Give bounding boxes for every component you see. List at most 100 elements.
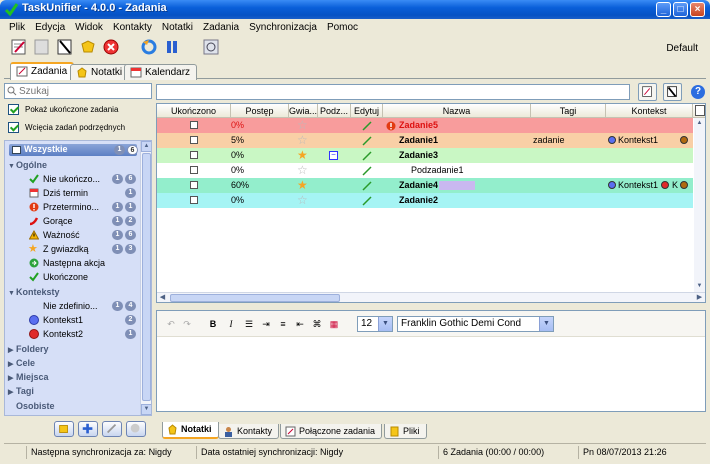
tree-item-hot[interactable]: Gorące 1 2: [5, 214, 141, 228]
help-icon[interactable]: ?: [691, 85, 705, 99]
tree-group-folders[interactable]: ▶ Foldery: [8, 342, 144, 356]
tab-calendar[interactable]: Kalendarz: [124, 64, 198, 80]
column-subtasks[interactable]: Podz...: [318, 104, 351, 118]
indent-subtasks-checkbox[interactable]: [8, 122, 19, 133]
maximize-button[interactable]: □: [673, 2, 688, 17]
minimize-button[interactable]: _: [656, 2, 671, 17]
subtab-linked-tasks[interactable]: Połączone zadania: [280, 424, 383, 439]
subtab-contacts[interactable]: Kontakty: [218, 424, 280, 439]
tree-item-due-today[interactable]: Dziś termin 1: [5, 186, 141, 200]
table-row[interactable]: 5% ☆ Zadanie1 zadanie Kontekst1: [157, 133, 693, 148]
column-star[interactable]: Gwia...: [289, 104, 318, 118]
batch-edit-icon[interactable]: [79, 38, 97, 56]
column-chooser-icon[interactable]: [695, 105, 705, 116]
splitter-handle[interactable]: [156, 305, 706, 309]
tab-notes[interactable]: Notatki: [70, 64, 130, 80]
tree-item-overdue[interactable]: Przetermino... 1 1: [5, 200, 141, 214]
indent-subtasks-row[interactable]: Wcięcia zadań podrzędnych: [4, 119, 152, 136]
column-progress[interactable]: Postęp: [231, 104, 289, 118]
scroll-thumb[interactable]: [142, 153, 151, 401]
completed-checkbox[interactable]: [190, 181, 198, 189]
font-family-select[interactable]: Franklin Gothic Demi Cond ▼: [397, 316, 554, 332]
menu-contacts[interactable]: Kontakty: [108, 22, 157, 33]
edit-pencil-icon[interactable]: [362, 181, 372, 191]
menu-notes[interactable]: Notatki: [157, 22, 198, 33]
completed-checkbox[interactable]: [190, 166, 198, 174]
table-row[interactable]: 60% ★ Zadanie4 Kontekst1 K: [157, 178, 693, 193]
menu-help[interactable]: Pomoc: [322, 22, 363, 33]
tree-group-goals[interactable]: ▶ Cele: [8, 356, 144, 370]
tree-group-tags[interactable]: ▶ Tagi: [8, 384, 144, 398]
tree-group-general[interactable]: ▼Ogólne: [8, 158, 144, 172]
table-vertical-scrollbar[interactable]: ▲ ▼: [694, 118, 705, 292]
scroll-thumb[interactable]: [170, 294, 340, 302]
star-empty-icon[interactable]: ☆: [297, 118, 308, 132]
star-filled-icon[interactable]: ★: [297, 148, 308, 162]
menu-sync[interactable]: Synchronizacja: [244, 22, 322, 33]
edit-pencil-icon[interactable]: [362, 136, 372, 146]
menu-tasks[interactable]: Zadania: [198, 22, 244, 33]
tab-tasks[interactable]: Zadania: [10, 62, 75, 80]
show-completed-row[interactable]: Pokaż ukończone zadania: [4, 101, 152, 118]
tree-group-places[interactable]: ▶ Miejsca: [8, 370, 144, 384]
tree-scrollbar[interactable]: ▲ ▼: [140, 141, 151, 415]
table-row[interactable]: 0% ★ − Zadanie3: [157, 148, 693, 163]
menu-view[interactable]: Widok: [70, 22, 108, 33]
link-icon[interactable]: ⌘: [311, 318, 323, 330]
column-tags[interactable]: Tagi: [531, 104, 606, 118]
bold-icon[interactable]: B: [207, 318, 219, 330]
completed-checkbox[interactable]: [190, 196, 198, 204]
star-empty-icon[interactable]: ☆: [297, 163, 308, 177]
edit-pencil-icon[interactable]: [362, 151, 372, 161]
search-input[interactable]: [5, 84, 125, 98]
close-button[interactable]: ×: [690, 2, 705, 17]
filter-input[interactable]: [156, 84, 630, 100]
undo-icon[interactable]: ↶: [165, 318, 177, 330]
add-button[interactable]: [78, 421, 98, 437]
tree-item-completed[interactable]: Ukończone: [5, 270, 141, 284]
collapse-subtasks-icon[interactable]: −: [329, 151, 338, 160]
bullet-list-icon[interactable]: ☰: [243, 318, 255, 330]
column-completed[interactable]: Ukończono: [157, 104, 231, 118]
redo-icon[interactable]: ↷: [181, 318, 193, 330]
edit-pencil-icon[interactable]: [362, 121, 372, 131]
delete-icon[interactable]: [102, 38, 120, 56]
font-size-select[interactable]: 12 ▼: [357, 316, 393, 332]
menu-edit[interactable]: Edycja: [30, 22, 70, 33]
numbered-list-icon[interactable]: ≡: [277, 318, 289, 330]
tree-item-importance[interactable]: Ważność 1 6: [5, 228, 141, 242]
synchronize-icon[interactable]: [140, 38, 158, 56]
scroll-down-icon[interactable]: ▼: [141, 404, 151, 415]
star-filled-icon[interactable]: ★: [297, 178, 308, 192]
folder-button[interactable]: [54, 421, 74, 437]
tree-item-undefined-context[interactable]: Nie zdefinio... 1 4: [5, 299, 141, 313]
table-row[interactable]: 0% ☆ Zadanie2: [157, 193, 693, 208]
insert-date-icon[interactable]: ▦: [328, 318, 340, 330]
column-context[interactable]: Kontekst: [606, 104, 693, 118]
tree-item-context1[interactable]: Kontekst1 2: [5, 313, 141, 327]
scroll-up-icon[interactable]: ▲: [141, 141, 151, 152]
edit-button[interactable]: [102, 421, 122, 437]
remove-button[interactable]: [126, 421, 146, 437]
star-empty-icon[interactable]: ☆: [297, 193, 308, 207]
tree-group-people[interactable]: Osobiste: [16, 399, 151, 413]
outdent-icon[interactable]: ⇤: [294, 318, 306, 330]
tree-group-contexts[interactable]: ▼Konteksty: [8, 285, 144, 299]
scroll-up-icon[interactable]: ▲: [694, 118, 705, 129]
table-row[interactable]: 0% ☆ Podzadanie1: [157, 163, 693, 178]
scroll-left-icon[interactable]: ◀: [157, 293, 168, 302]
edit-task-icon[interactable]: [56, 38, 74, 56]
subtab-files[interactable]: Pliki: [384, 424, 427, 439]
tree-item-next-action[interactable]: Następna akcja: [5, 256, 141, 270]
edit-view-button[interactable]: [663, 83, 682, 101]
star-empty-icon[interactable]: ☆: [297, 133, 308, 147]
menu-file[interactable]: Plik: [4, 22, 30, 33]
italic-icon[interactable]: I: [225, 318, 237, 330]
column-name[interactable]: Nazwa: [383, 104, 531, 118]
new-subtask-icon[interactable]: [33, 38, 51, 56]
tree-item-context2[interactable]: Kontekst2 1: [5, 327, 141, 341]
scheduler-icon[interactable]: [202, 38, 220, 56]
edit-pencil-icon[interactable]: [362, 166, 372, 176]
completed-checkbox[interactable]: [190, 151, 198, 159]
table-row[interactable]: 0% ☆ Zadanie5: [157, 118, 693, 133]
